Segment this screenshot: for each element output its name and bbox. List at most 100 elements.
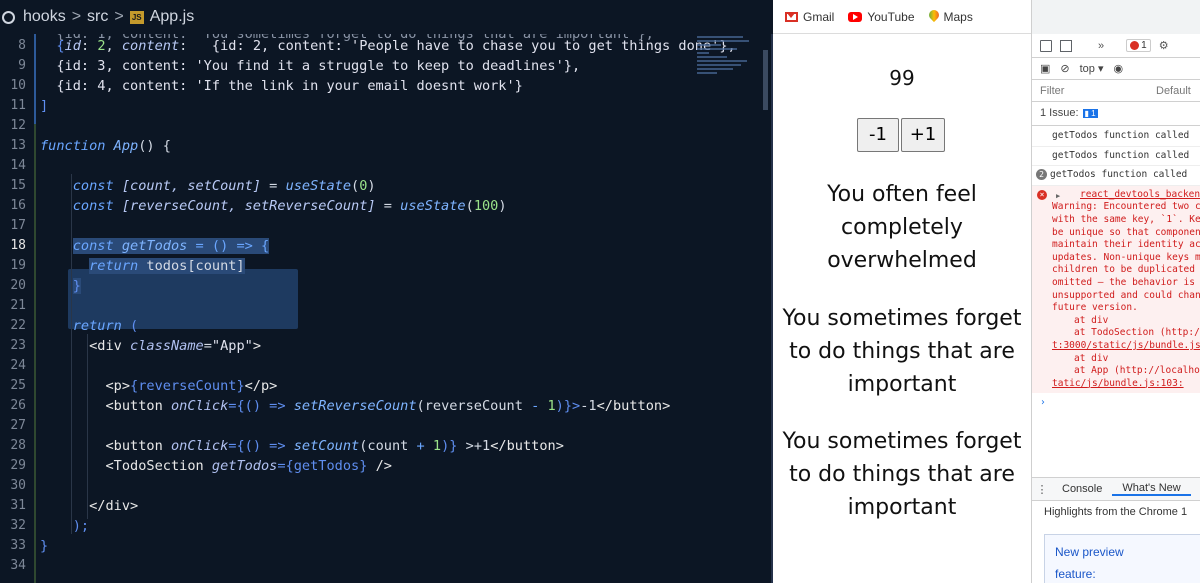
device-toggle-icon[interactable] [1060, 39, 1072, 52]
code-line: {id: 3, content: 'You find it a struggle… [40, 56, 580, 76]
console-error[interactable]: × ▶ react_devtools_backend Warning: Enco… [1032, 185, 1200, 394]
line-number: 30 [10, 478, 26, 493]
bookmark-youtube[interactable]: YouTube [848, 9, 915, 24]
line-number: 8 [18, 38, 26, 53]
increment-button[interactable]: +1 [901, 118, 945, 152]
error-count-badge[interactable]: 1 [1126, 39, 1151, 52]
code-line-selected: const getTodos = () => { [72, 238, 270, 254]
reverse-count: 99 [889, 66, 915, 90]
breadcrumb-item-hooks[interactable]: hooks [23, 8, 66, 26]
preview-card[interactable]: New preview feature: [1044, 534, 1200, 583]
more-tabs-button[interactable]: » [1098, 40, 1104, 52]
code-area[interactable]: {id: 1, content: 'You sometimes forget t… [40, 26, 773, 583]
code-line: function App() { [40, 138, 171, 154]
line-number: 23 [10, 338, 26, 353]
whats-new-heading: Highlights from the Chrome 1 [1044, 506, 1188, 518]
indent-guide [87, 334, 88, 519]
sidebar-toggle-icon[interactable]: ▣ [1040, 62, 1050, 75]
line-number: 34 [10, 558, 26, 573]
line-number: 15 [10, 178, 26, 193]
bookmark-gmail[interactable]: Gmail [785, 10, 834, 24]
line-number: 17 [10, 218, 26, 233]
line-number: 28 [10, 438, 26, 453]
line-number: 21 [10, 298, 26, 313]
bookmark-label: Gmail [803, 9, 835, 24]
devtools-drawer-tabs: ⋮ Console What's New [1032, 477, 1200, 501]
gmail-icon [785, 11, 798, 22]
git-change-indicator [34, 34, 36, 124]
breadcrumb-item-file[interactable]: App.js [150, 8, 194, 26]
console-prompt[interactable]: › [1032, 393, 1200, 410]
bookmarks-bar: Gmail YouTube Maps [773, 0, 1031, 34]
code-line: {id: 2, content: {id: 2, content: 'Peopl… [56, 38, 736, 54]
line-number: 18 [10, 238, 26, 253]
console-log-grouped: 2 getTodos function called [1032, 166, 1200, 186]
code-line: const [reverseCount, setReverseCount] = … [72, 198, 507, 214]
filter-input[interactable]: Filter [1040, 85, 1064, 97]
code-line: <p>{reverseCount}</p> [105, 378, 278, 394]
line-number: 12 [10, 118, 26, 133]
issue-count-badge[interactable]: ▮ 1 [1082, 109, 1098, 118]
breadcrumb-item-src[interactable]: src [87, 8, 108, 26]
line-number: 24 [10, 358, 26, 373]
settings-icon[interactable]: ⚙ [1159, 39, 1169, 52]
log-levels-dropdown[interactable]: Default [1156, 85, 1191, 97]
decrement-button[interactable]: -1 [857, 118, 899, 152]
eye-icon[interactable]: ◉ [1114, 62, 1124, 75]
todo-item: You sometimes forget to do things that a… [782, 429, 1022, 520]
line-number: 9 [18, 58, 26, 73]
inspect-element-icon[interactable] [1040, 39, 1052, 52]
line-number: 26 [10, 398, 26, 413]
bookmark-label: YouTube [867, 9, 915, 24]
line-number: 33 [10, 538, 26, 553]
console-log: getTodos function called [1032, 147, 1200, 167]
tab-console[interactable]: Console [1052, 483, 1112, 495]
line-number: 14 [10, 158, 26, 173]
drawer-menu-icon[interactable]: ⋮ [1032, 483, 1052, 496]
code-line: <button onClick={() => setReverseCount(r… [105, 398, 671, 414]
clear-console-icon[interactable]: ⊘ [1060, 62, 1069, 75]
line-number: 16 [10, 198, 26, 213]
code-line-selected: return todos[count] [89, 258, 245, 274]
bookmark-maps[interactable]: Maps [929, 10, 973, 24]
line-number: 22 [10, 318, 26, 333]
code-line: <TodoSection getTodos={getTodos} /> [105, 458, 392, 474]
string-literal: {id: 2, content: 'People have to chase y… [195, 38, 736, 54]
tab-whats-new[interactable]: What's New [1112, 482, 1191, 496]
console-log: getTodos function called [1032, 127, 1200, 147]
context-selector[interactable]: top ▾ [1080, 62, 1104, 75]
devtools-header [1032, 0, 1200, 34]
line-number: 20 [10, 278, 26, 293]
code-line: return ( [72, 318, 139, 334]
code-line: {id: 4, content: 'If the link in your em… [40, 76, 523, 96]
line-number: 11 [10, 98, 26, 113]
code-line-selected: } [72, 278, 81, 294]
expand-icon[interactable]: ▶ [1056, 190, 1060, 203]
code-text: {id: 3, content: 'You find it a struggle… [40, 58, 581, 74]
issues-label: 1 Issue: [1040, 107, 1079, 119]
scrollbar[interactable] [763, 50, 768, 110]
code-line: } [40, 538, 49, 554]
whats-new-content: Highlights from the Chrome 1 New preview… [1032, 501, 1200, 583]
console-filter[interactable]: Filter Default [1032, 80, 1200, 102]
error-icon: × [1037, 189, 1047, 200]
breadcrumb-separator: > [71, 8, 82, 25]
code-line: <button onClick={() => setCount(count + … [105, 438, 564, 454]
error-icon [1130, 41, 1140, 50]
code-line: <div className="App"> [89, 338, 262, 354]
todo-item: You often feel completely overwhelmed [827, 182, 977, 273]
devtools-toolbar: » 1 ⚙ [1032, 34, 1200, 58]
line-number: 25 [10, 378, 26, 393]
line-number: 10 [10, 78, 26, 93]
code-line: ] [40, 96, 48, 116]
line-number: 29 [10, 458, 26, 473]
issues-bar[interactable]: 1 Issue: ▮ 1 [1032, 102, 1200, 126]
line-number: 32 [10, 518, 26, 533]
code-editor[interactable]: hooks > src > JS App.js 8 9 10 11 12 13 14 15 16… [0, 0, 773, 583]
todo-item: You sometimes forget to do things that a… [782, 306, 1022, 397]
code-line: </div> [89, 498, 139, 514]
preview-title: New preview [1055, 545, 1124, 559]
maps-icon [929, 10, 939, 23]
code-line: const [count, setCount] = useState(0) [72, 178, 376, 194]
error-source-link[interactable]: react_devtools_backend [1052, 189, 1200, 200]
